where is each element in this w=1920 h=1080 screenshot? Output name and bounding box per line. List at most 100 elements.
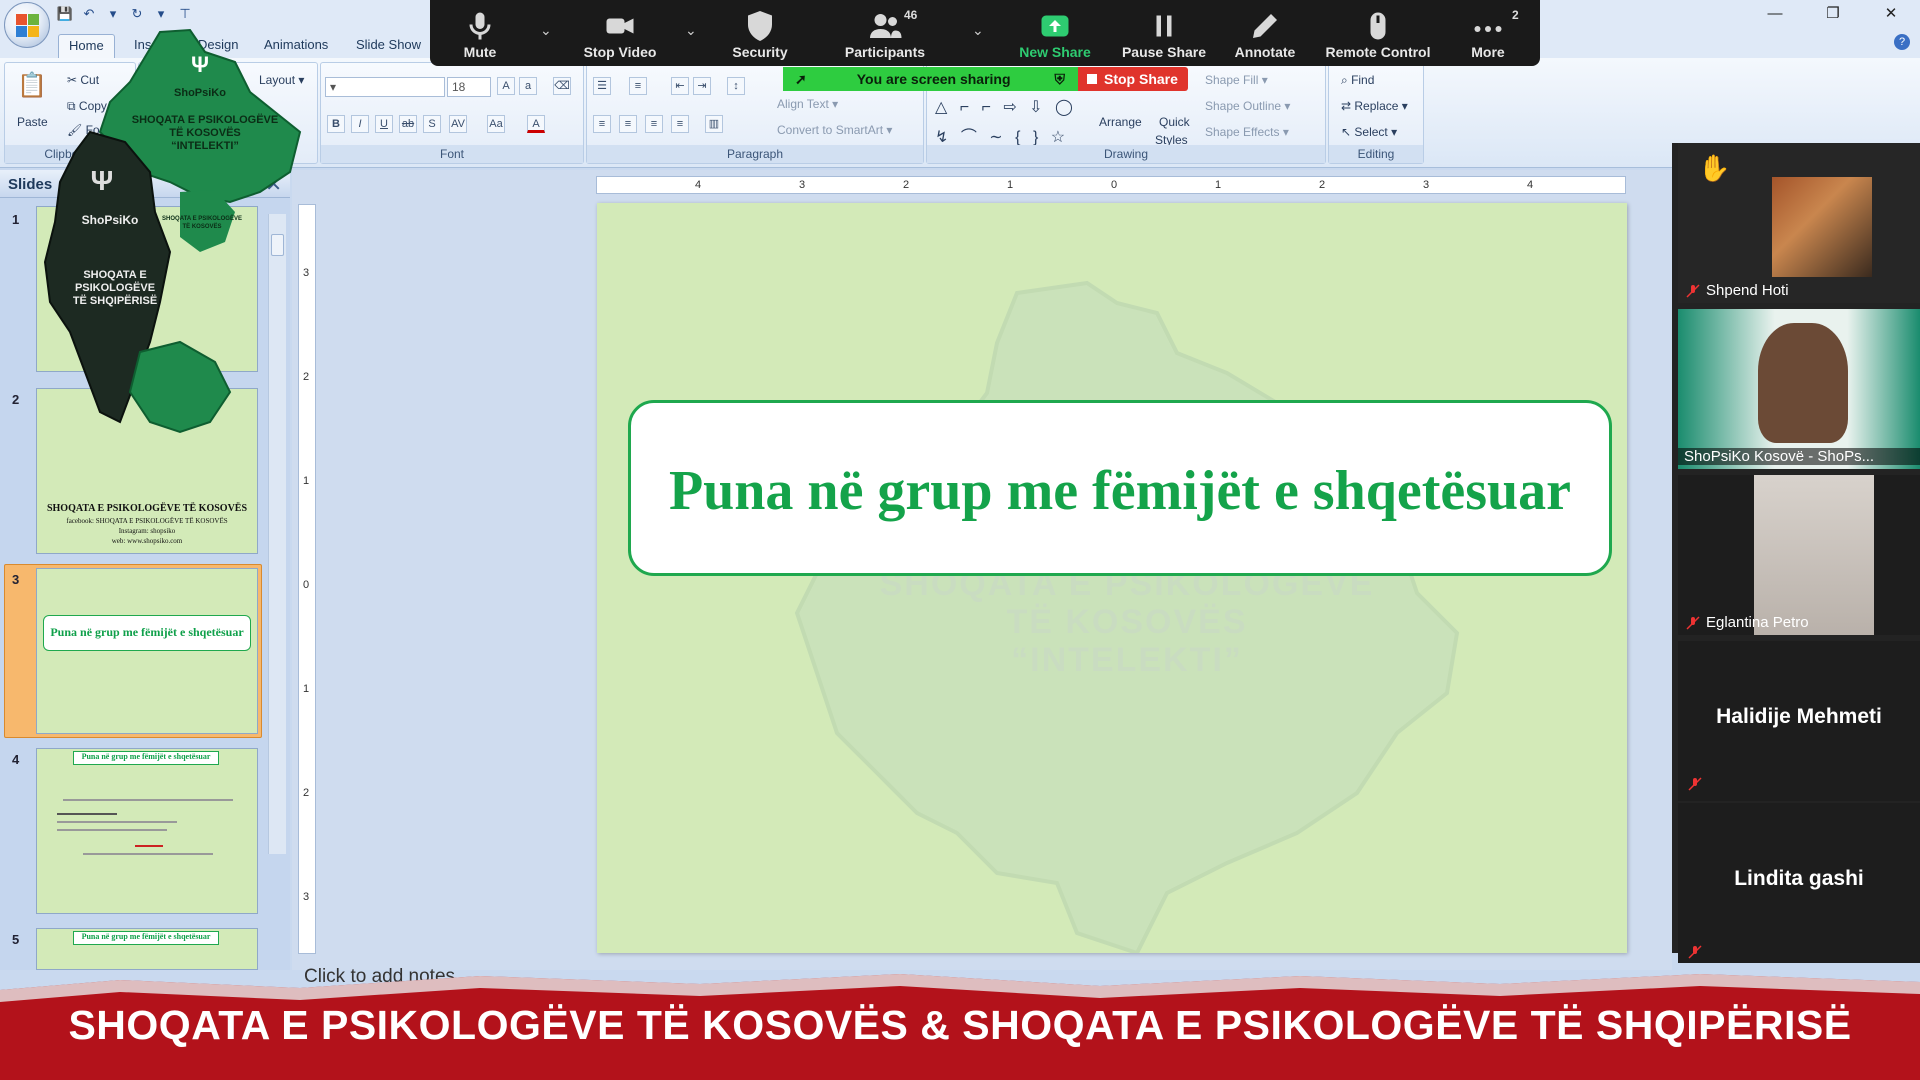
mute-label: Mute <box>463 44 497 60</box>
clear-format-icon[interactable]: ⌫ <box>553 77 571 95</box>
font-size-combo[interactable]: 18 <box>447 77 491 97</box>
more-dots-icon <box>1474 26 1502 32</box>
align-left-icon[interactable]: ≡ <box>593 115 611 133</box>
select-button[interactable]: ↖ Select ▾ <box>1341 125 1397 139</box>
paragraph-group-label: Paragraph <box>587 145 923 163</box>
justify-icon[interactable]: ≡ <box>671 115 689 133</box>
align-text-button[interactable]: Align Text ▾ <box>777 97 838 111</box>
convert-smartart-label: Convert to SmartArt <box>777 123 884 137</box>
redo-icon[interactable]: ↻ <box>128 5 146 23</box>
mic-off-icon <box>1688 945 1702 959</box>
shadow-icon[interactable]: S <box>423 115 441 133</box>
italic-icon[interactable]: I <box>351 115 369 133</box>
dropdown-caret-icon[interactable]: ▾ <box>104 5 122 23</box>
align-center-icon[interactable]: ≡ <box>619 115 637 133</box>
slide-title-box[interactable]: Puna në grup me fëmijët e shqetësuar <box>628 400 1612 576</box>
more-count-badge: 2 <box>1512 8 1519 22</box>
shape-effects-button[interactable]: Shape Effects ▾ <box>1205 125 1289 139</box>
participants-button[interactable]: Participants <box>830 0 940 66</box>
annotate-button[interactable]: Annotate <box>1222 0 1308 66</box>
replace-button[interactable]: ⇄ Replace ▾ <box>1341 99 1408 113</box>
slide-number: 3 <box>12 572 20 587</box>
banner-text: SHOQATA E PSIKOLOGËVE TË KOSOVËS & SHOQA… <box>68 1002 1852 1048</box>
font-name-combo[interactable]: ▾ <box>325 77 445 97</box>
align-right-icon[interactable]: ≡ <box>645 115 663 133</box>
participant-tile[interactable]: ShoPsiKo Kosovë - ShoPs... <box>1678 309 1920 469</box>
ruler-h-tick: 0 <box>1111 179 1118 191</box>
remote-control-label: Remote Control <box>1325 44 1431 60</box>
chevron-down-icon[interactable]: ⌄ <box>685 22 697 39</box>
decrease-indent-icon[interactable]: ⇤ <box>671 77 689 95</box>
font-color-icon[interactable]: A <box>527 115 545 133</box>
slide-thumbnail-3[interactable]: Puna në grup me fëmijët e shqetësuar <box>36 568 258 734</box>
participant-name: Eglantina Petro <box>1686 614 1809 631</box>
kosovo-brand-text: ShoPsiKo <box>174 87 226 99</box>
find-button[interactable]: ⌕ Find <box>1341 73 1374 88</box>
remote-control-button[interactable]: Remote Control <box>1318 0 1438 66</box>
thumb2-line4: web: www.shopsiko.com <box>111 537 183 545</box>
participant-tile[interactable]: Lindita gashi <box>1678 803 1920 963</box>
undo-icon[interactable]: ↶ <box>80 5 98 23</box>
chevron-down-icon[interactable]: ⌄ <box>540 22 552 39</box>
close-button[interactable]: ✕ <box>1862 0 1920 28</box>
cursor-icon: ↖ <box>1341 125 1355 139</box>
change-case-icon[interactable]: Aa <box>487 115 505 133</box>
participant-video <box>1754 475 1874 635</box>
ruler-h-tick: 1 <box>1007 179 1014 191</box>
mic-off-icon <box>1686 283 1700 298</box>
dropdown-caret-icon[interactable]: ▾ <box>152 5 170 23</box>
participant-tile[interactable]: ✋ Shpend Hoti <box>1678 143 1920 303</box>
bullets-icon[interactable]: ☰ <box>593 77 611 95</box>
ruler-v-tick: 1 <box>303 475 310 487</box>
ruler-h-tick: 4 <box>695 179 702 191</box>
increase-indent-icon[interactable]: ⇥ <box>693 77 711 95</box>
mute-button[interactable]: Mute <box>436 0 524 66</box>
customize-qat-icon[interactable]: ⊤ <box>176 5 194 23</box>
char-spacing-icon[interactable]: AV <box>449 115 467 133</box>
participant-tile[interactable]: Halidije Mehmeti <box>1678 641 1920 801</box>
stop-video-button[interactable]: Stop Video <box>570 0 670 66</box>
kosovo-logo-line-3: “INTELEKTI” <box>171 140 239 152</box>
camera-icon <box>606 18 634 34</box>
stop-share-button[interactable]: Stop Share <box>1078 67 1188 91</box>
chevron-down-icon[interactable]: ⌄ <box>972 22 984 39</box>
shapes-gallery-icon[interactable]: △ ⌐ ⌐ ⇨ ⇩ ◯ <box>935 97 1077 117</box>
save-icon[interactable]: 💾 <box>56 5 74 23</box>
shrink-font-icon[interactable]: a <box>519 77 537 95</box>
strikethrough-icon[interactable]: ab <box>399 115 417 133</box>
ruler-v-tick: 0 <box>303 579 310 591</box>
grow-font-icon[interactable]: A <box>497 77 515 95</box>
participant-name-text: ShoPsiKo Kosovë - ShoPs... <box>1684 448 1875 465</box>
underline-icon[interactable]: U <box>375 115 393 133</box>
bold-icon[interactable]: B <box>327 115 345 133</box>
tab-slide-show[interactable]: Slide Show <box>346 34 431 58</box>
slide-thumbnail-4[interactable]: Puna në grup me fëmijët e shqetësuar <box>36 748 258 914</box>
new-share-button[interactable]: New Share <box>1005 0 1105 66</box>
stop-share-label: Stop Share <box>1104 71 1178 87</box>
participant-tile[interactable]: Eglantina Petro <box>1678 475 1920 635</box>
shape-fill-button[interactable]: Shape Fill ▾ <box>1205 73 1268 87</box>
numbering-icon[interactable]: ≡ <box>629 77 647 95</box>
shapes-gallery-row2-icon[interactable]: ↯ ⌒ ∼ { } ☆ <box>935 123 1069 147</box>
quick-styles-button[interactable]: Quick <box>1159 115 1190 129</box>
participant-name-text: Eglantina Petro <box>1706 614 1809 631</box>
minimize-button[interactable]: — <box>1746 0 1804 28</box>
help-icon[interactable]: ? <box>1894 34 1910 50</box>
pause-share-button[interactable]: Pause Share <box>1116 0 1212 66</box>
albania-brand-text: ShoPsiKo <box>82 213 139 227</box>
select-label: Select <box>1354 125 1388 139</box>
line-spacing-icon[interactable]: ↕ <box>727 77 745 95</box>
columns-icon[interactable]: ▥ <box>705 115 723 133</box>
stop-square-icon <box>1087 74 1097 84</box>
font-group: ▾ 18 A a ⌫ B I U ab S AV Aa A Font <box>320 62 584 164</box>
convert-smartart-button[interactable]: Convert to SmartArt ▾ <box>777 123 892 137</box>
share-up-icon <box>1041 15 1069 37</box>
arrange-button[interactable]: Arrange <box>1099 115 1142 129</box>
shape-outline-button[interactable]: Shape Outline ▾ <box>1205 99 1290 113</box>
security-button[interactable]: Security <box>715 0 805 66</box>
shape-effects-label: Shape Effects <box>1205 125 1280 139</box>
more-label: More <box>1471 44 1505 60</box>
slide-thumbnail-5[interactable]: Puna në grup me fëmijët e shqetësuar <box>36 928 258 970</box>
slide-canvas[interactable]: SHOQATA E PSIKOLOGËVE TË KOSOVËS “INTELE… <box>597 203 1627 953</box>
restore-button[interactable]: ❐ <box>1804 0 1862 28</box>
